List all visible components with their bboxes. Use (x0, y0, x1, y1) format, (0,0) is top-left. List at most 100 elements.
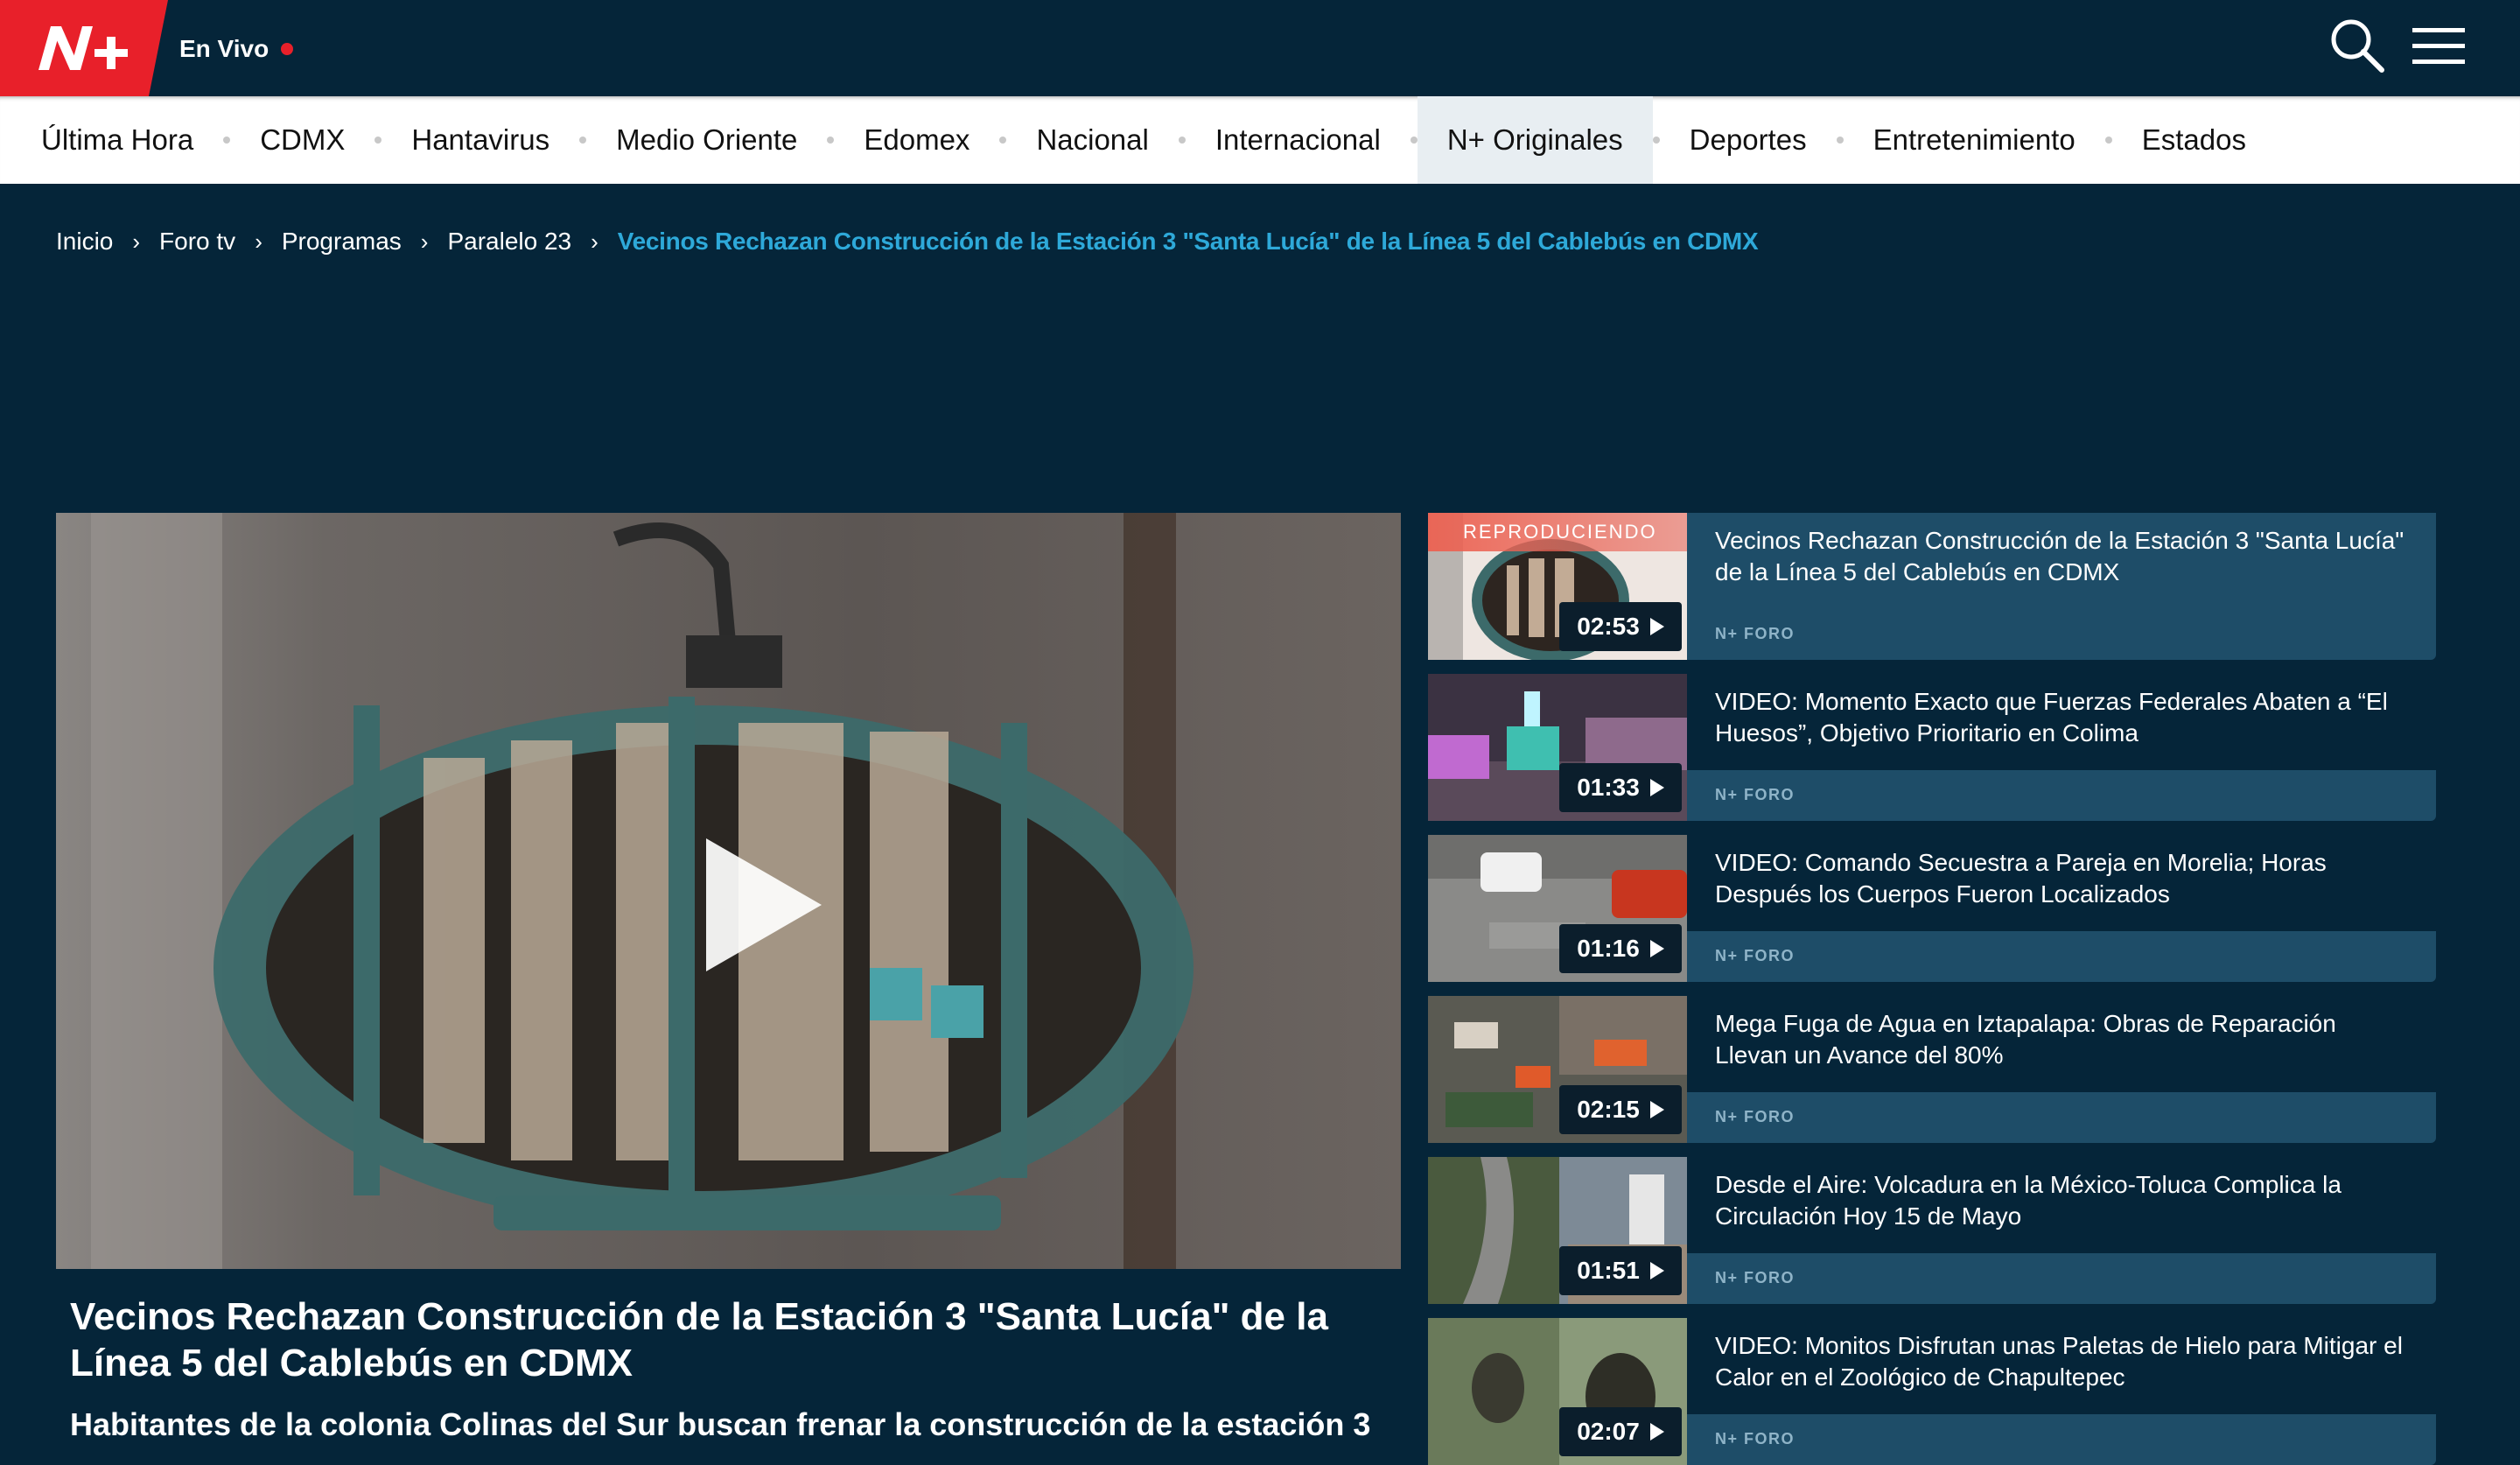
play-icon (1649, 1262, 1664, 1279)
playlist-channel: N+ FORO (1715, 1430, 1796, 1447)
video-player[interactable] (56, 513, 1401, 1269)
play-button[interactable] (690, 835, 830, 975)
nav-item-ultima-hora[interactable]: Última Hora (0, 96, 223, 184)
duration-text: 01:16 (1577, 935, 1640, 962)
nav-item-hantavirus[interactable]: Hantavirus (382, 96, 579, 184)
playlist-item[interactable]: REPRODUCIENDO 02:53 Vecinos Rechazan Con… (1428, 513, 2436, 660)
duration-text: 02:53 (1577, 613, 1640, 640)
playlist-channel: N+ FORO (1715, 625, 1796, 642)
playlist-title[interactable]: VIDEO: Comando Secuestra a Pareja en Mor… (1715, 847, 2415, 910)
now-playing-badge: REPRODUCIENDO (1428, 513, 1687, 551)
duration-text: 01:51 (1577, 1257, 1640, 1284)
playlist-text: Vecinos Rechazan Construcción de la Esta… (1687, 513, 2436, 609)
playlist-channel: N+ FORO (1715, 786, 1796, 803)
playlist-meta: N+ FORO (1687, 609, 2436, 660)
playlist-thumbnail: 02:15 (1428, 996, 1687, 1143)
playlist-item[interactable]: 01:33 VIDEO: Momento Exacto que Fuerzas … (1428, 674, 2436, 821)
nav-separator (2104, 137, 2112, 144)
main-nav: Última Hora CDMX Hantavirus Medio Orient… (0, 96, 2520, 184)
duration-badge: 02:07 (1559, 1407, 1682, 1456)
nav-item-cdmx[interactable]: CDMX (230, 96, 374, 184)
playlist-channel: N+ FORO (1715, 1108, 1796, 1125)
play-icon (1649, 940, 1664, 957)
live-link[interactable]: En Vivo (179, 32, 294, 67)
breadcrumb-programas[interactable]: Programas (282, 228, 402, 256)
playlist-item[interactable]: 02:07 VIDEO: Monitos Disfrutan unas Pale… (1428, 1318, 2436, 1465)
top-bar: En Vivo (0, 0, 2520, 96)
chevron-right-icon: › (591, 228, 598, 255)
duration-text: 01:33 (1577, 774, 1640, 801)
playlist-title[interactable]: VIDEO: Momento Exacto que Fuerzas Federa… (1715, 686, 2415, 749)
nav-separator (827, 137, 835, 144)
article-title: Vecinos Rechazan Construcción de la Esta… (70, 1295, 1328, 1384)
breadcrumb-inicio[interactable]: Inicio (56, 228, 113, 256)
nav-separator (999, 137, 1007, 144)
play-icon (706, 838, 822, 971)
nav-separator (1652, 137, 1660, 144)
playlist-title[interactable]: VIDEO: Monitos Disfrutan unas Paletas de… (1715, 1330, 2415, 1393)
duration-badge: 02:53 (1559, 602, 1682, 651)
nav-separator (579, 137, 587, 144)
nav-separator (374, 137, 382, 144)
chevron-right-icon: › (255, 228, 262, 255)
nav-item-nacional[interactable]: Nacional (1006, 96, 1178, 184)
playlist-channel: N+ FORO (1715, 1269, 1796, 1286)
playlist-text: VIDEO: Comando Secuestra a Pareja en Mor… (1687, 835, 2436, 931)
nav-item-n-originales[interactable]: N+ Originales (1417, 96, 1653, 184)
playlist-meta: N+ FORO (1687, 931, 2436, 982)
nav-item-internacional[interactable]: Internacional (1186, 96, 1410, 184)
playlist-item[interactable]: 01:51 Desde el Aire: Volcadura en la Méx… (1428, 1157, 2436, 1304)
playlist-meta: N+ FORO (1687, 1253, 2436, 1304)
duration-badge: 01:33 (1559, 763, 1682, 812)
menu-button[interactable] (2411, 23, 2467, 70)
nav-item-estados[interactable]: Estados (2112, 96, 2276, 184)
play-icon (1649, 618, 1664, 635)
nav-item-deportes[interactable]: Deportes (1660, 96, 1837, 184)
nav-item-edomex[interactable]: Edomex (834, 96, 999, 184)
playlist-meta: N+ FORO (1687, 1414, 2436, 1465)
playlist-thumbnail: 01:51 (1428, 1157, 1687, 1304)
playlist-text: Mega Fuga de Agua en Iztapalapa: Obras d… (1687, 996, 2436, 1092)
search-icon (2331, 19, 2384, 73)
play-icon (1649, 779, 1664, 796)
duration-text: 02:15 (1577, 1096, 1640, 1123)
playlist-title[interactable]: Mega Fuga de Agua en Iztapalapa: Obras d… (1715, 1008, 2415, 1071)
breadcrumb-paralelo-23[interactable]: Paralelo 23 (447, 228, 571, 256)
nav-separator (1178, 137, 1186, 144)
live-dot-icon (281, 43, 294, 55)
nmas-logo[interactable] (0, 0, 168, 96)
nav-separator (1410, 137, 1418, 144)
playlist-title[interactable]: Vecinos Rechazan Construcción de la Esta… (1715, 525, 2415, 588)
playlist-thumbnail: REPRODUCIENDO 02:53 (1428, 513, 1687, 660)
playlist-text: VIDEO: Momento Exacto que Fuerzas Federa… (1687, 674, 2436, 770)
live-label: En Vivo (179, 35, 270, 62)
chevron-right-icon: › (132, 228, 141, 255)
playlist-text: VIDEO: Monitos Disfrutan unas Paletas de… (1687, 1318, 2436, 1414)
nav-separator (223, 137, 231, 144)
playlist-meta: N+ FORO (1687, 1092, 2436, 1143)
hamburger-menu-icon (2412, 28, 2465, 64)
breadcrumb-foro-tv[interactable]: Foro tv (159, 228, 235, 256)
breadcrumb: Inicio › Foro tv › Programas › Paralelo … (56, 224, 1759, 259)
play-icon (1649, 1101, 1664, 1118)
playlist-meta: N+ FORO (1687, 770, 2436, 821)
playlist-text: Desde el Aire: Volcadura en la México-To… (1687, 1157, 2436, 1253)
breadcrumb-current: Vecinos Rechazan Construcción de la Esta… (617, 228, 1759, 255)
duration-badge: 01:51 (1559, 1246, 1682, 1295)
duration-text: 02:07 (1577, 1418, 1640, 1445)
search-button[interactable] (2328, 16, 2387, 75)
nav-separator (1836, 137, 1844, 144)
article-subtitle: Habitantes de la colonia Colinas del Sur… (70, 1406, 1371, 1442)
playlist-thumbnail: 01:33 (1428, 674, 1687, 821)
playlist-thumbnail: 02:07 (1428, 1318, 1687, 1465)
playlist-title[interactable]: Desde el Aire: Volcadura en la México-To… (1715, 1169, 2415, 1232)
playlist-item[interactable]: 01:16 VIDEO: Comando Secuestra a Pareja … (1428, 835, 2436, 982)
play-icon (1649, 1423, 1664, 1440)
duration-badge: 01:16 (1559, 924, 1682, 973)
nav-item-medio-oriente[interactable]: Medio Oriente (586, 96, 827, 184)
chevron-right-icon: › (420, 228, 429, 255)
playlist-item[interactable]: 02:15 Mega Fuga de Agua en Iztapalapa: O… (1428, 996, 2436, 1143)
playlist-channel: N+ FORO (1715, 947, 1796, 964)
nav-item-entretenimiento[interactable]: Entretenimiento (1844, 96, 2105, 184)
playlist-thumbnail: 01:16 (1428, 835, 1687, 982)
